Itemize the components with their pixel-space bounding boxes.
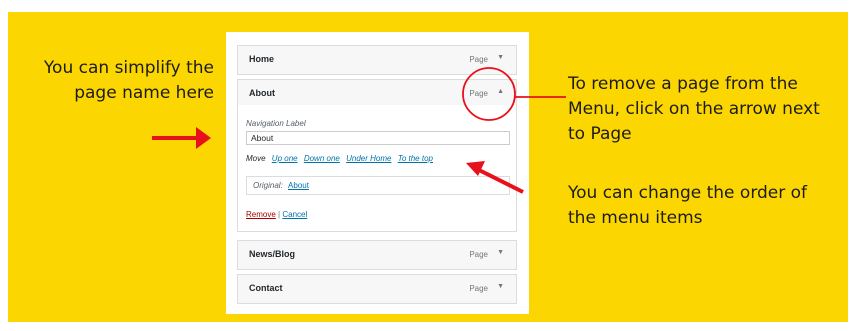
left-arrow-icon <box>152 127 211 149</box>
diagonal-arrow-icon <box>466 161 524 194</box>
highlight-circle-icon <box>462 67 516 121</box>
annotation-overlay <box>152 67 566 194</box>
